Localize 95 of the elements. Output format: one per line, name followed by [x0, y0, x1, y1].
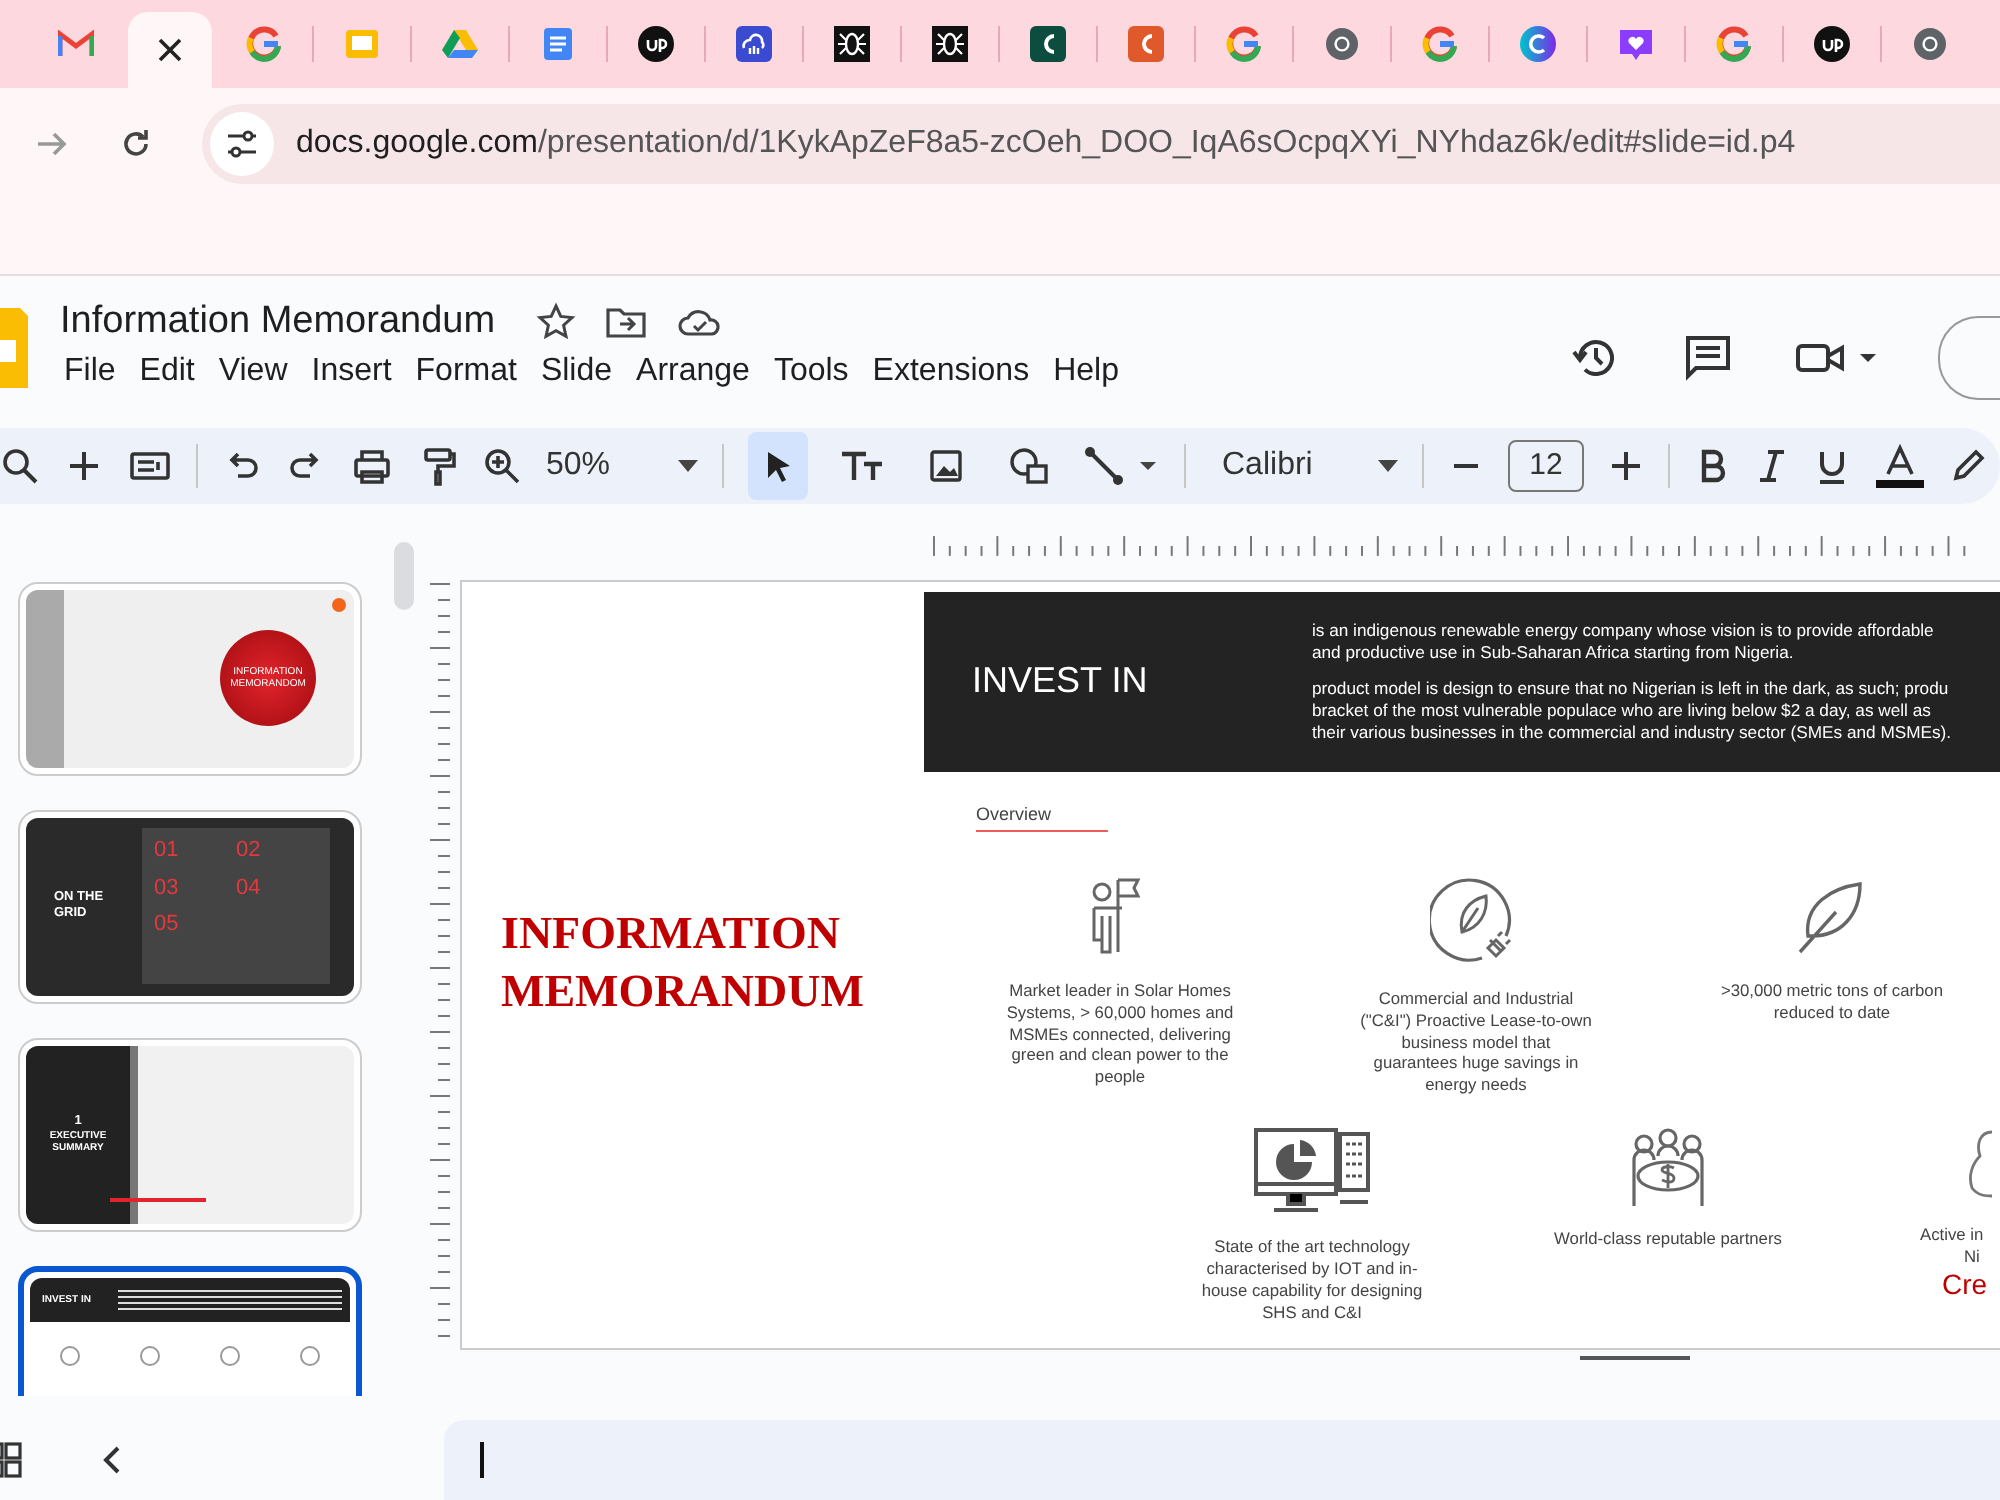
text-box-icon — [838, 447, 886, 484]
bug-icon — [834, 25, 870, 62]
feature-text: Commercial and Industrial ("C&I") Proactive Lease-to-own business model that guarantees huge savings in energy needs — [1360, 987, 1592, 1097]
site-settings-icon[interactable] — [208, 109, 276, 178]
map-outline-icon — [1964, 1128, 1992, 1201]
circle-icon — [140, 1345, 160, 1366]
plus-icon[interactable] — [1608, 447, 1644, 484]
slides-icon — [344, 27, 380, 60]
scrollbar[interactable] — [1580, 1355, 1690, 1360]
slide-text: Cre — [1942, 1268, 1988, 1301]
comment-icon[interactable] — [1682, 332, 1734, 385]
font-dropdown[interactable]: Calibri — [1210, 447, 1398, 484]
slide-heading: INVEST IN — [970, 660, 1150, 703]
menu-item[interactable]: Slide — [528, 350, 625, 395]
document-title[interactable]: Information Memorandum — [60, 300, 496, 345]
circle-icon — [1520, 25, 1556, 62]
underline-icon[interactable] — [1814, 447, 1850, 484]
envelope-icon — [58, 29, 94, 58]
menu-item[interactable]: Insert — [299, 350, 404, 395]
menu-item[interactable]: Tools — [761, 350, 861, 395]
google-icon — [246, 25, 282, 62]
chevron-left-icon[interactable] — [100, 1444, 124, 1477]
thumbnail-number: 01 — [154, 836, 181, 867]
pencil-icon[interactable] — [1950, 447, 1986, 484]
cloud-icon — [736, 25, 772, 62]
feature-text: Market leader in Solar Homes Systems, > 60,000 homes and MSMEs connected, delivering green and clean power to the people — [1004, 979, 1236, 1089]
paragraph-line: and productive use in Sub-Saharan Africa starting from Nigeria. — [1312, 641, 1796, 663]
close-icon — [158, 37, 182, 62]
chrome-icon — [1324, 25, 1360, 62]
feature-text: Ni — [1964, 1246, 1980, 1269]
triangle-icon — [442, 27, 478, 60]
grid-view-icon[interactable] — [0, 1440, 24, 1481]
computer-chart-icon — [1254, 1128, 1370, 1217]
paint-format-icon[interactable] — [418, 445, 458, 486]
heart-icon — [1618, 25, 1654, 62]
browser-tab[interactable] — [128, 11, 212, 88]
google-icon — [1716, 25, 1752, 62]
logo-dot — [332, 597, 346, 612]
tool-button[interactable] — [748, 431, 808, 500]
line-icon — [1084, 445, 1160, 486]
chrome-icon — [1912, 25, 1948, 62]
feature-text: State of the art technology characterised by IOT and in-house capability for designing SHS and C&I — [1199, 1236, 1425, 1324]
speaker-notes-field[interactable] — [444, 1420, 2000, 1500]
menu-item[interactable]: Extensions — [860, 350, 1042, 395]
share-button[interactable] — [1938, 316, 2000, 401]
zoom-icon[interactable] — [482, 445, 522, 486]
scrollbar[interactable] — [394, 541, 414, 610]
paragraph-line: bracket of the most vulnerable populace who are living below $2 a day, as well as — [1312, 700, 1933, 722]
circle-icon — [1814, 25, 1850, 62]
text-color-icon[interactable] — [1874, 443, 1926, 488]
google-icon — [1422, 25, 1458, 62]
feature-text: World-class reputable partners — [1554, 1228, 1782, 1251]
menu-item[interactable]: File — [52, 350, 128, 395]
paragraph-line: is an indigenous renewable energy company whose vision is to provide affordable — [1312, 619, 1936, 642]
circle-icon — [638, 25, 674, 62]
slide-title: INFORMATION MEMORANDUM — [501, 906, 866, 1021]
folder-icon[interactable] — [603, 304, 648, 341]
address-field[interactable]: docs.google.com/presentation/d/1KykApZeF8a5-zcOeh_DOO_IqA6sOcpqXYi_NYhdaz6k/edit#slide=id.p4 — [202, 103, 2000, 184]
menu-item[interactable]: Arrange — [624, 350, 762, 395]
paragraph-line: product model is design to ensure that no Nigerian is left in the dark, as such; produ — [1312, 678, 1951, 701]
shapes-icon — [1008, 445, 1052, 486]
thumbnail-number: 03 — [154, 873, 181, 904]
bug-icon — [932, 25, 968, 62]
square-icon — [1128, 25, 1164, 62]
paragraph-line: their various businesses in the commercial and industry sector (SMEs and MSMEs). — [1312, 721, 1952, 744]
menu-item[interactable]: View — [206, 350, 300, 395]
reload-icon[interactable] — [118, 125, 154, 162]
font-size-field[interactable]: 12 — [1508, 439, 1584, 492]
circle-icon — [220, 1345, 240, 1366]
star-icon[interactable] — [535, 302, 576, 343]
circle-icon — [300, 1345, 320, 1366]
search-icon[interactable] — [0, 445, 40, 486]
menu-item[interactable]: Format — [403, 350, 529, 395]
menu-item[interactable]: Edit — [127, 350, 207, 395]
zoom-dropdown[interactable]: 50% — [546, 447, 698, 484]
thumbnail-number: 05 — [154, 909, 181, 940]
cloud-check-icon[interactable] — [675, 304, 724, 341]
google-icon — [1226, 25, 1262, 62]
menu-item[interactable]: Help — [1041, 350, 1131, 395]
caret-icon — [1378, 459, 1398, 472]
square-icon — [1030, 25, 1066, 62]
people-money-icon — [1628, 1128, 1708, 1209]
thumbnail-number: 04 — [236, 873, 263, 904]
feature-text: >30,000 metric tons of carbon reduced to date — [1718, 979, 1946, 1024]
caret-icon — [678, 459, 698, 472]
section-label: Overview — [976, 803, 1108, 832]
document-icon — [542, 25, 574, 62]
thumbnail-number: 02 — [236, 836, 263, 867]
url-text: docs.google.com/presentation/d/1KykApZeF8a5-zcOeh_DOO_IqA6sOcpqXYi_NYhdaz6k/edit#slide=id.p4 — [296, 125, 1796, 162]
italic-icon[interactable] — [1754, 447, 1790, 484]
image-icon — [928, 447, 964, 484]
accent-line — [110, 1197, 206, 1202]
print-icon[interactable] — [350, 445, 394, 486]
feature-text: Active in — [1920, 1224, 1984, 1247]
circle-icon — [60, 1345, 80, 1366]
